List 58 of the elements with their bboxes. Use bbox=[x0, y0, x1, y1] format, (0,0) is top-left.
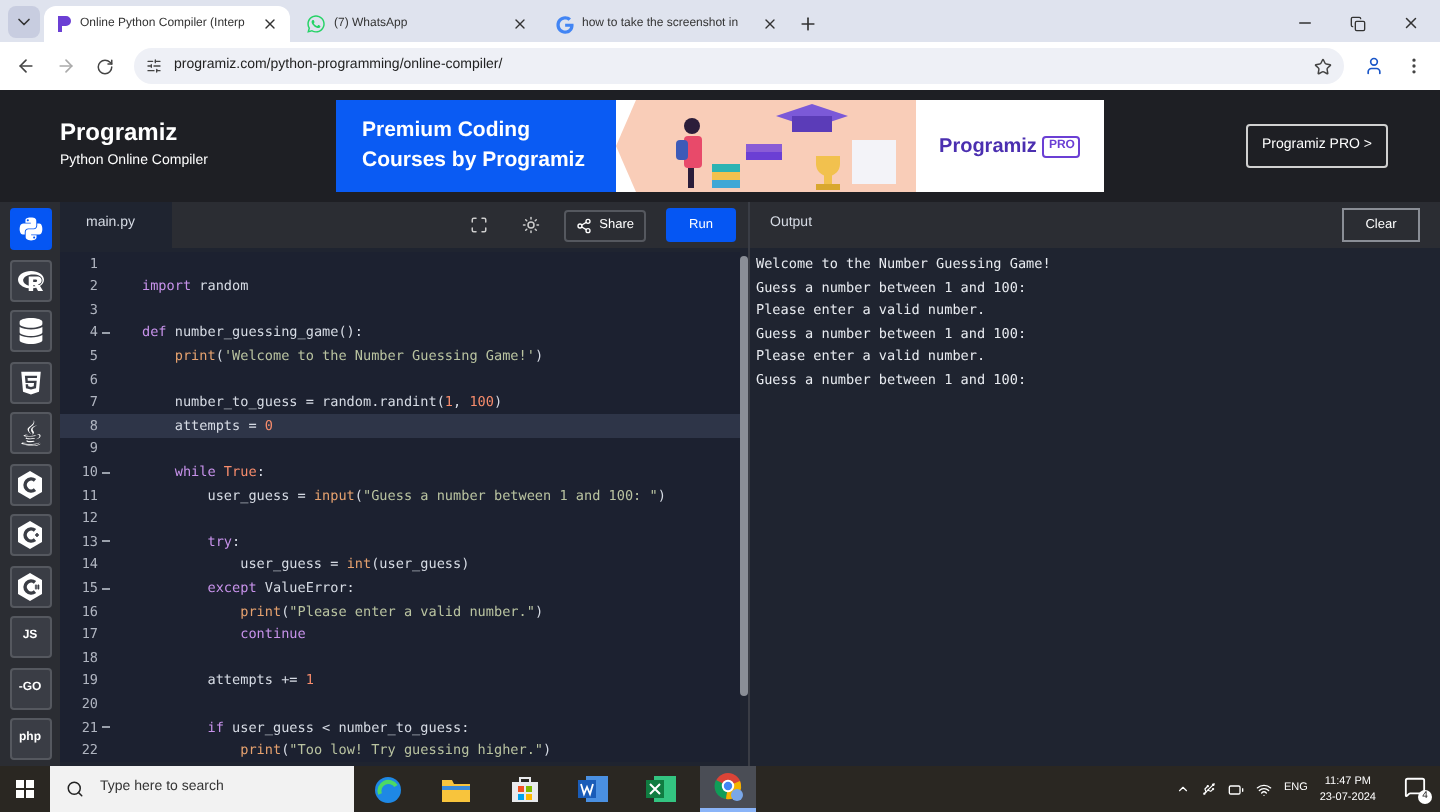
hexagon-logo-icon bbox=[16, 469, 44, 499]
site-info-icon bbox=[146, 58, 162, 74]
new-tab-icon[interactable] bbox=[798, 14, 818, 34]
language-button[interactable] bbox=[9, 463, 51, 505]
close-icon[interactable] bbox=[1402, 14, 1420, 32]
close-icon[interactable] bbox=[512, 16, 528, 32]
fold-marker-icon[interactable] bbox=[102, 471, 110, 474]
language-button[interactable] bbox=[9, 565, 51, 607]
brand-logo: Programiz bbox=[939, 133, 1037, 161]
chat-bubble-icon bbox=[306, 14, 326, 34]
python-logo-icon bbox=[17, 216, 43, 242]
folder-icon bbox=[442, 777, 470, 801]
bookmark-star-icon[interactable] bbox=[1314, 57, 1332, 75]
html5-logo-icon bbox=[17, 369, 43, 395]
share-icon bbox=[575, 217, 592, 233]
battery-icon[interactable] bbox=[1227, 781, 1244, 797]
scrollbar-thumb[interactable] bbox=[740, 256, 748, 696]
fold-marker-icon[interactable] bbox=[102, 587, 110, 590]
g-logo-icon bbox=[556, 15, 574, 33]
browser-profile-icon bbox=[713, 772, 743, 802]
reload-icon[interactable] bbox=[96, 57, 114, 75]
wifi-icon[interactable] bbox=[1255, 781, 1272, 797]
fullscreen-icon[interactable] bbox=[469, 216, 488, 234]
language-button[interactable] bbox=[9, 208, 51, 250]
windows-logo-icon bbox=[16, 780, 34, 798]
hexagon-logo-icon bbox=[16, 571, 44, 601]
fold-marker-icon[interactable] bbox=[102, 332, 110, 335]
language-button[interactable] bbox=[9, 412, 51, 454]
usb-icon[interactable] bbox=[1201, 782, 1216, 796]
language-button[interactable] bbox=[9, 259, 51, 301]
hexagon-logo-icon bbox=[16, 520, 44, 550]
banner-headline: Courses by Programiz bbox=[362, 146, 587, 176]
spreadsheet-app-icon bbox=[645, 776, 675, 802]
banner-headline: Premium Coding bbox=[362, 116, 533, 146]
search-icon bbox=[66, 780, 84, 798]
language-button[interactable] bbox=[9, 514, 51, 556]
shopping-bag-icon bbox=[511, 776, 537, 802]
taskbar-app-button[interactable] bbox=[700, 766, 756, 812]
close-icon[interactable] bbox=[762, 16, 778, 32]
profile-icon[interactable] bbox=[1364, 56, 1384, 76]
restore-icon[interactable] bbox=[1350, 15, 1366, 31]
language-button[interactable] bbox=[9, 361, 51, 403]
r-logo-icon bbox=[17, 267, 43, 293]
p-logo-icon bbox=[56, 14, 72, 34]
close-icon[interactable] bbox=[262, 16, 278, 32]
coffee-cup-icon bbox=[17, 420, 43, 446]
fold-marker-icon[interactable] bbox=[102, 540, 110, 543]
language-button[interactable] bbox=[9, 310, 51, 352]
notification-icon[interactable] bbox=[1404, 775, 1426, 797]
wave-logo-icon bbox=[374, 775, 402, 803]
database-icon bbox=[17, 318, 43, 344]
chevron-up-icon[interactable] bbox=[1175, 782, 1190, 796]
tab-list-button[interactable] bbox=[8, 6, 40, 38]
document-app-icon bbox=[577, 776, 607, 802]
programiz-logo[interactable]: Programiz bbox=[60, 119, 336, 144]
sun-icon[interactable] bbox=[521, 216, 540, 234]
back-icon[interactable] bbox=[16, 56, 36, 76]
fold-marker-icon[interactable] bbox=[102, 726, 110, 729]
